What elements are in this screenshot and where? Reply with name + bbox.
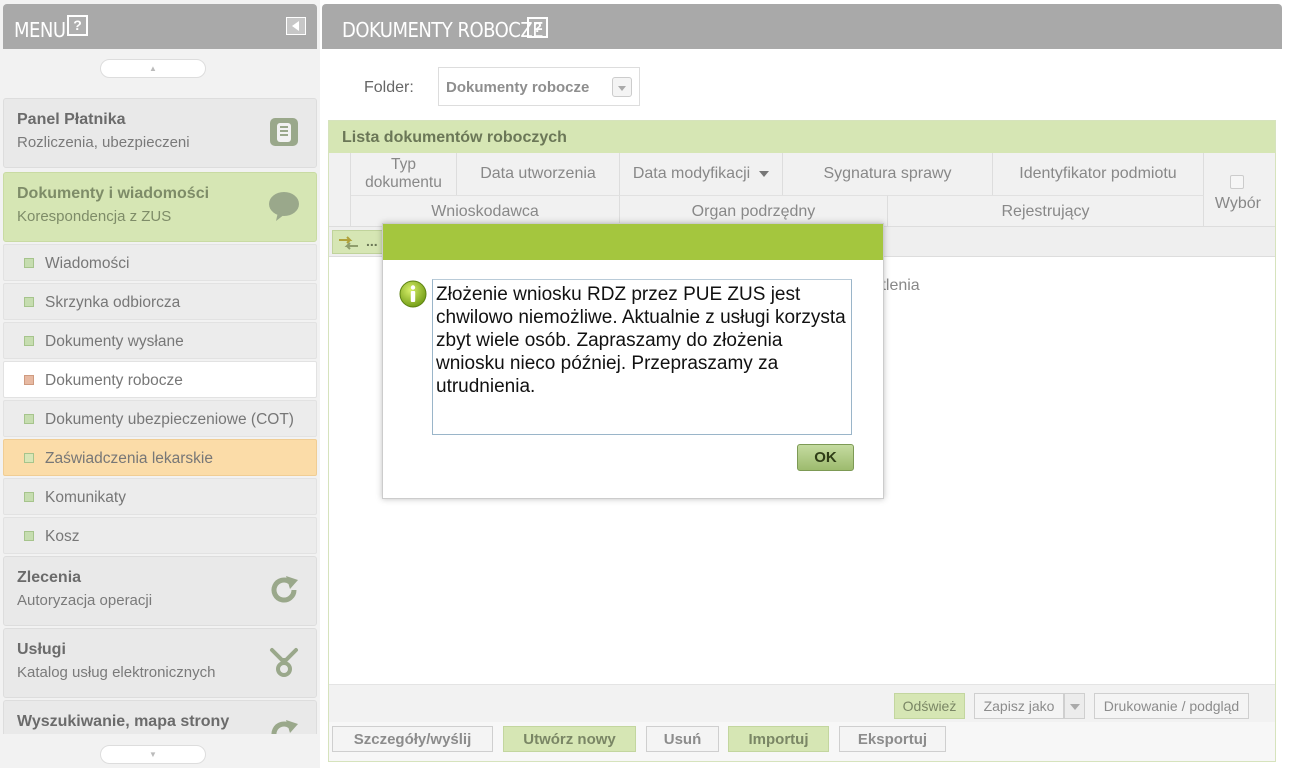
services-icon [270,648,298,677]
list-header: Lista dokumentów roboczych [329,121,1275,153]
bullet-icon [24,492,34,502]
bullet-icon [24,531,34,541]
sidebar-item-skrzynka-odbiorcza[interactable]: Skrzynka odbiorcza [3,283,317,320]
filter-button[interactable]: ... [332,230,384,254]
sidebar-item-label: Zaświadczenia lekarskie [45,450,213,467]
sidebar-item-label: Dokumenty ubezpieczeniowe (COT) [45,411,294,428]
nav-section-zlecenia[interactable]: Zlecenia Autoryzacja operacji [3,556,317,626]
section-subtitle: Korespondencja z ZUS [17,208,172,225]
sidebar-item-dokumenty-ubezpieczeniowe[interactable]: Dokumenty ubezpieczeniowe (COT) [3,400,317,437]
bullet-icon [24,414,34,424]
bullet-icon [24,453,34,463]
info-dialog: Złożenie wniosku RDZ przez PUE ZUS jest … [382,223,884,499]
export-button[interactable]: Eksportuj [839,726,946,752]
column-wybor: Wybór [1214,195,1261,212]
filter-arrows-icon [339,236,358,250]
column-sygnatura-sprawy[interactable]: Sygnatura sprawy [783,153,993,195]
column-label: Data modyfikacji [632,165,751,182]
import-button[interactable]: Importuj [728,726,829,752]
section-subtitle: Katalog usług elektronicznych [17,664,216,681]
refresh-icon [271,720,298,734]
bullet-icon [24,336,34,346]
save-as-button[interactable]: Zapisz jako [974,693,1064,719]
speech-bubble-icon [269,192,299,221]
refresh-icon [271,576,298,603]
sidebar-item-label: Skrzynka odbiorcza [45,294,181,311]
page-header: DOKUMENTY ROBOCZE ? [322,4,1282,49]
nav-section-panel-platnika[interactable]: Panel Płatnika Rozliczenia, ubezpieczeni [3,98,317,168]
filter-more-label: ... [366,233,378,249]
info-icon [399,280,427,308]
chevron-down-icon[interactable] [612,77,632,97]
row-handle-column [329,153,351,227]
nav-section-wyszukiwanie[interactable]: Wyszukiwanie, mapa strony [3,700,317,734]
section-title: Wyszukiwanie, mapa strony [17,713,230,730]
sidebar-item-label: Komunikaty [45,489,126,506]
list-title: Lista dokumentów roboczych [342,129,567,146]
create-new-button[interactable]: Utwórz nowy [503,726,636,752]
sidebar-item-label: Dokumenty robocze [45,372,183,389]
select-all-checkbox[interactable] [1230,175,1244,189]
collapse-menu-button[interactable] [286,17,306,35]
action-bar: Szczegóły/wyślij Utwórz nowy Usuń Import… [329,722,1275,761]
sidebar: MENU ? ▲ Panel Płatnika Rozliczenia, ube… [0,0,320,768]
details-send-button[interactable]: Szczegóły/wyślij [332,726,493,752]
menu-scroll-up-button[interactable]: ▲ [100,59,206,78]
section-subtitle: Autoryzacja operacji [17,592,153,609]
page-help-button[interactable]: ? [527,17,548,38]
folder-select-value: Dokumenty robocze [446,79,590,96]
nav-section-uslugi[interactable]: Usługi Katalog usług elektronicznych [3,628,317,698]
sidebar-item-komunikaty[interactable]: Komunikaty [3,478,317,515]
column-data-modyfikacji[interactable]: Data modyfikacji [620,153,783,195]
column-data-utworzenia[interactable]: Data utworzenia [457,153,620,195]
delete-button[interactable]: Usuń [646,726,719,752]
section-title: Panel Płatnika [17,111,126,128]
bullet-icon [24,297,34,307]
sidebar-item-label: Wiadomości [45,255,130,272]
sidebar-item-zaswiadczenia-lekarskie[interactable]: Zaświadczenia lekarskie [3,439,317,476]
column-rejestrujacy[interactable]: Rejestrujący [888,195,1204,227]
save-as-dropdown-button[interactable] [1064,693,1085,719]
menu-title: MENU [14,18,66,42]
menu-help-button[interactable]: ? [67,15,88,36]
page-title: DOKUMENTY ROBOCZE [342,18,544,42]
menu-header: MENU ? [3,4,317,49]
section-subtitle: Rozliczenia, ubezpieczeni [17,134,190,151]
sidebar-item-kosz[interactable]: Kosz [3,517,317,554]
column-typ-dokumentu[interactable]: Typ dokumentu [351,153,457,195]
section-title: Usługi [17,641,66,658]
bullet-icon [24,258,34,268]
section-title: Dokumenty i wiadomości [17,185,210,202]
folder-select[interactable]: Dokumenty robocze [438,67,640,106]
section-title: Zlecenia [17,569,82,586]
dialog-header [383,224,883,260]
column-identyfikator-podmiotu[interactable]: Identyfikator podmiotu [993,153,1204,195]
sidebar-item-dokumenty-wyslane[interactable]: Dokumenty wysłane [3,322,317,359]
sort-desc-icon [759,171,770,177]
print-preview-button[interactable]: Drukowanie / podgląd [1094,693,1249,719]
sidebar-item-wiadomosci[interactable]: Wiadomości [3,244,317,281]
nav-section-dokumenty[interactable]: Dokumenty i wiadomości Korespondencja z … [3,172,317,242]
folder-label: Folder: [364,79,414,96]
sidebar-item-dokumenty-robocze[interactable]: Dokumenty robocze [3,361,317,398]
sidebar-item-label: Kosz [45,528,80,545]
menu-scroll-down-button[interactable]: ▼ [100,745,206,764]
dialog-message: Złożenie wniosku RDZ przez PUE ZUS jest … [432,279,852,435]
refresh-button[interactable]: Odśwież [894,693,965,719]
ok-button[interactable]: OK [797,444,854,471]
sidebar-item-label: Dokumenty wysłane [45,333,184,350]
grid-header: Typ dokumentu Data utworzenia Data modyf… [329,153,1275,227]
bullet-icon [24,375,34,385]
folder-icon [270,118,298,146]
grid-button-bar: Odśwież Zapisz jako Drukowanie / podgląd [329,684,1275,722]
